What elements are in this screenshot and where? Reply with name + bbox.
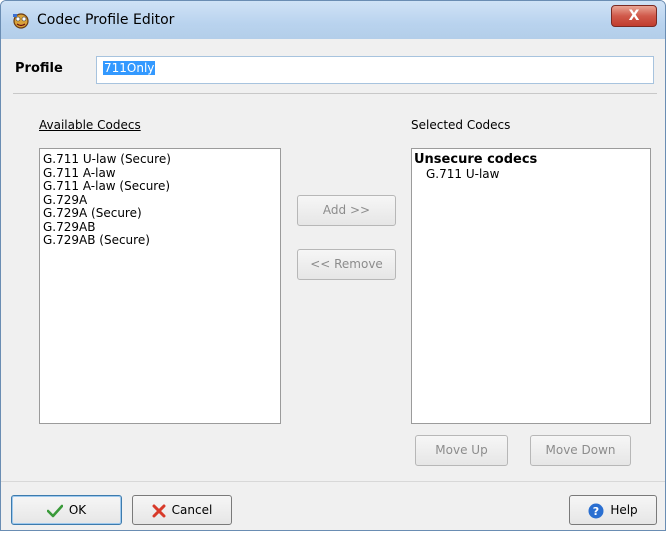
group-header: Unsecure codecs [414, 152, 538, 167]
available-codec-item[interactable]: G.729A [43, 193, 277, 208]
check-icon [46, 504, 63, 517]
available-codecs-list[interactable]: G.711 U-law (Secure) G.711 A-law G.711 A-l… [39, 148, 281, 424]
window-title: Codec Profile Editor [37, 12, 175, 28]
profile-name-value: 711Only [103, 61, 156, 75]
codec-profile-editor-window: Codec Profile Editor X Profile 711Only A… [0, 0, 666, 531]
available-codec-item[interactable]: G.711 A-law (Secure) [43, 179, 277, 194]
available-codec-item[interactable]: G.729A (Secure) [43, 206, 277, 221]
available-codec-item[interactable]: G.729AB [43, 220, 277, 235]
available-codec-item[interactable]: G.729AB (Secure) [43, 233, 277, 248]
selected-codec-item[interactable]: G.711 U-law [414, 167, 648, 182]
selected-codecs-list[interactable]: Unsecure codecs G.711 U-law [411, 148, 651, 424]
available-codec-item[interactable]: G.711 U-law (Secure) [43, 152, 277, 167]
app-icon [13, 13, 29, 29]
svg-text:?: ? [593, 505, 599, 518]
profile-name-input[interactable]: 711Only [96, 56, 654, 84]
move-down-button[interactable]: Move Down [530, 435, 631, 466]
selected-codecs-label: Selected Codecs [411, 118, 511, 132]
cancel-button[interactable]: Cancel [132, 495, 232, 525]
help-icon: ? [588, 503, 604, 518]
remove-button[interactable]: << Remove [297, 249, 396, 280]
available-codec-item[interactable]: G.711 A-law [43, 166, 277, 181]
divider [13, 93, 657, 94]
ok-button[interactable]: OK [11, 495, 122, 525]
help-button[interactable]: ? Help [569, 495, 657, 525]
title-bar[interactable]: Codec Profile Editor X [1, 1, 665, 39]
close-button[interactable]: X [611, 5, 657, 27]
cancel-x-icon [152, 504, 166, 517]
move-up-button[interactable]: Move Up [415, 435, 508, 466]
add-button[interactable]: Add >> [297, 195, 396, 226]
close-icon: X [628, 8, 640, 24]
profile-label: Profile [15, 61, 63, 76]
available-codecs-label: Available Codecs [39, 118, 141, 132]
